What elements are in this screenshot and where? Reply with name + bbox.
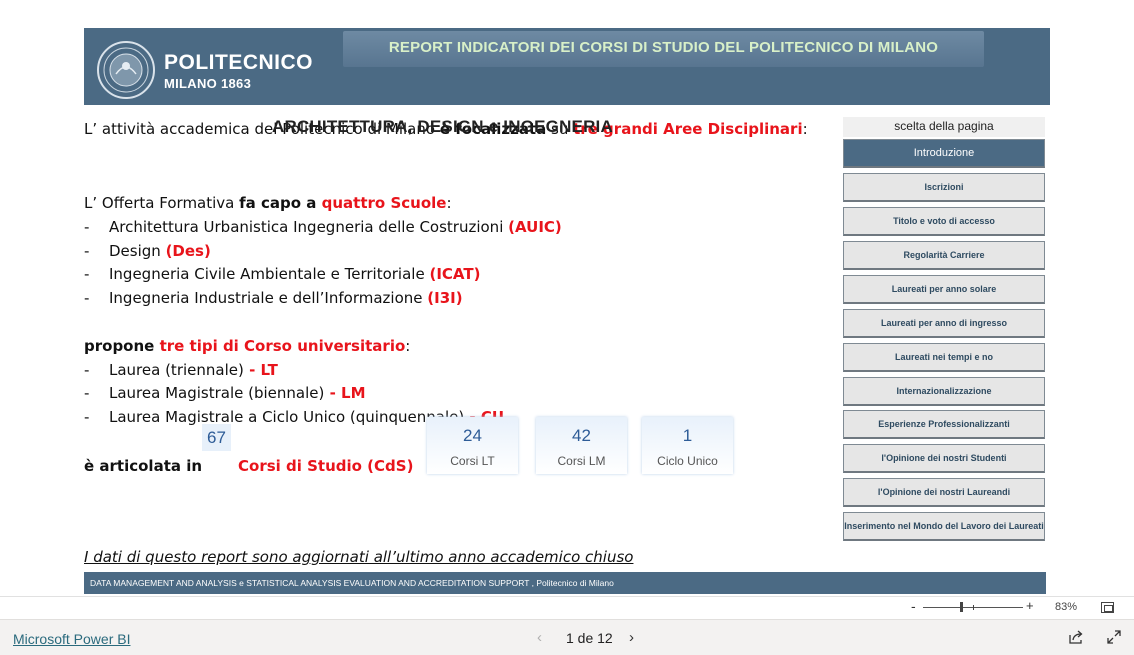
zoom-out-button[interactable]: -	[911, 598, 916, 614]
logo-name: POLITECNICO	[164, 51, 314, 74]
school-name: Design	[109, 242, 161, 260]
course-type-item: - Laurea Magistrale (biennale) - LM	[84, 384, 366, 402]
chevron-right-icon[interactable]: ›	[629, 629, 634, 646]
zoom-in-button[interactable]: +	[1026, 598, 1034, 613]
nav-button-esperienze[interactable]: Esperienze Professionalizzanti	[843, 410, 1045, 439]
politecnico-logo: POLITECNICO MILANO 1863	[94, 40, 324, 99]
nav-button-regolarita[interactable]: Regolarità Carriere	[843, 241, 1045, 270]
kpi-card-lm: 42 Corsi LM	[536, 417, 627, 474]
report-title-box: REPORT INDICATORI DEI CORSI DI STUDIO DE…	[343, 31, 984, 67]
kpi-value: 1	[682, 426, 693, 445]
zoom-bar: - + 83%	[0, 596, 1134, 618]
nav-button-laureati-tempi[interactable]: Laureati nei tempi e no	[843, 343, 1045, 372]
page-navigation-panel: scelta della pagina Introduzione Iscrizi…	[843, 117, 1045, 542]
course-type-item: - Laurea (triennale) - LT	[84, 361, 278, 379]
school-name: Ingegneria Industriale e dell’Informazio…	[109, 289, 423, 307]
nav-button-laureati-ingresso[interactable]: Laureati per anno di ingresso	[843, 309, 1045, 338]
articulation-prefix: è articolata in	[84, 457, 203, 475]
kpi-label: Ciclo Unico	[657, 454, 718, 468]
course-type-code: - LT	[243, 361, 278, 379]
nav-button-introduzione[interactable]: Introduzione	[843, 139, 1045, 168]
seal-icon	[97, 41, 155, 99]
page-indicator: 1 de 12	[566, 630, 613, 646]
school-code: (AUIC)	[508, 218, 562, 236]
courses-text-a: propone	[84, 337, 160, 355]
report-banner: POLITECNICO MILANO 1863 REPORT INDICATOR…	[84, 28, 1050, 105]
school-name: Ingegneria Civile Ambientale e Territori…	[109, 265, 425, 283]
chevron-left-icon[interactable]: ‹	[537, 629, 542, 646]
logo-subtitle: MILANO 1863	[164, 76, 252, 91]
school-code: (I3I)	[427, 289, 463, 307]
school-item: - Design (Des)	[84, 242, 211, 260]
course-type-name: Laurea (triennale)	[109, 361, 244, 379]
school-code: (Des)	[165, 242, 211, 260]
courses-intro-line: propone tre tipi di Corso universitario:	[84, 337, 410, 355]
total-courses-count: 67	[202, 424, 231, 451]
offer-text-d: :	[446, 194, 452, 212]
kpi-value: 24	[463, 426, 482, 445]
share-icon[interactable]	[1068, 629, 1084, 645]
school-item: - Architettura Urbanistica Ingegneria del…	[84, 218, 562, 236]
kpi-label: Corsi LM	[557, 454, 606, 468]
data-update-note: I dati di questo report sono aggiornati …	[84, 548, 634, 566]
disciplinary-areas-heading: ARCHITETTURA, DESIGN e INGEGNERIA	[272, 117, 613, 136]
offer-line: L’ Offerta Formativa fa capo a quattro S…	[84, 194, 452, 212]
footer-text: DATA MANAGEMENT AND ANALYSIS e STATISTIC…	[90, 578, 614, 588]
report-title: REPORT INDICATORI DEI CORSI DI STUDIO DE…	[388, 39, 939, 56]
offer-text-b: fa capo a	[239, 194, 322, 212]
zoom-slider-tick	[973, 605, 974, 610]
nav-heading: scelta della pagina	[843, 117, 1045, 137]
kpi-card-cu: 1 Ciclo Unico	[642, 417, 733, 474]
zoom-level: 83%	[1055, 601, 1078, 613]
nav-button-internazionalizzazione[interactable]: Internazionalizzazione	[843, 377, 1045, 406]
page-navigator: ‹ 1 de 12 ›	[537, 629, 647, 649]
kpi-card-lt: 24 Corsi LT	[427, 417, 518, 474]
powerbi-bottom-bar: Microsoft Power BI ‹ 1 de 12 ›	[0, 619, 1134, 655]
articulation-suffix: Corsi di Studio (CdS)	[238, 457, 414, 475]
course-type-name: Laurea Magistrale a Ciclo Unico (quinque…	[109, 408, 465, 426]
courses-text-c: :	[405, 337, 411, 355]
offer-highlight: quattro Scuole	[321, 194, 447, 212]
school-item: - Ingegneria Civile Ambientale e Territor…	[84, 265, 481, 283]
nav-button-iscrizioni[interactable]: Iscrizioni	[843, 173, 1045, 202]
kpi-value: 42	[572, 426, 591, 445]
nav-button-inserimento-lavoro[interactable]: Inserimento nel Mondo del Lavoro dei Lau…	[843, 512, 1045, 541]
expand-icon[interactable]	[1106, 629, 1122, 645]
nav-button-titolo-voto[interactable]: Titolo e voto di accesso	[843, 207, 1045, 236]
powerbi-link[interactable]: Microsoft Power BI	[13, 631, 130, 647]
offer-text-a: L’ Offerta Formativa	[84, 194, 240, 212]
nav-button-laureati-solare[interactable]: Laureati per anno solare	[843, 275, 1045, 304]
school-name: Architettura Urbanistica Ingegneria dell…	[109, 218, 504, 236]
zoom-slider-thumb[interactable]	[960, 602, 963, 612]
courses-highlight: tre tipi di Corso universitario	[159, 337, 406, 355]
course-type-code: - LM	[324, 384, 366, 402]
nav-button-opinione-studenti[interactable]: l'Opinione dei nostri Studenti	[843, 444, 1045, 473]
fit-page-icon[interactable]	[1101, 602, 1114, 613]
course-type-name: Laurea Magistrale (biennale)	[109, 384, 325, 402]
kpi-label: Corsi LT	[450, 454, 495, 468]
school-code: (ICAT)	[429, 265, 481, 283]
school-item: - Ingegneria Industriale e dell’Informazi…	[84, 289, 463, 307]
report-footer: DATA MANAGEMENT AND ANALYSIS e STATISTIC…	[84, 572, 1046, 594]
nav-button-opinione-laureandi[interactable]: l'Opinione dei nostri Laureandi	[843, 478, 1045, 507]
intro-text-e: :	[802, 120, 808, 138]
